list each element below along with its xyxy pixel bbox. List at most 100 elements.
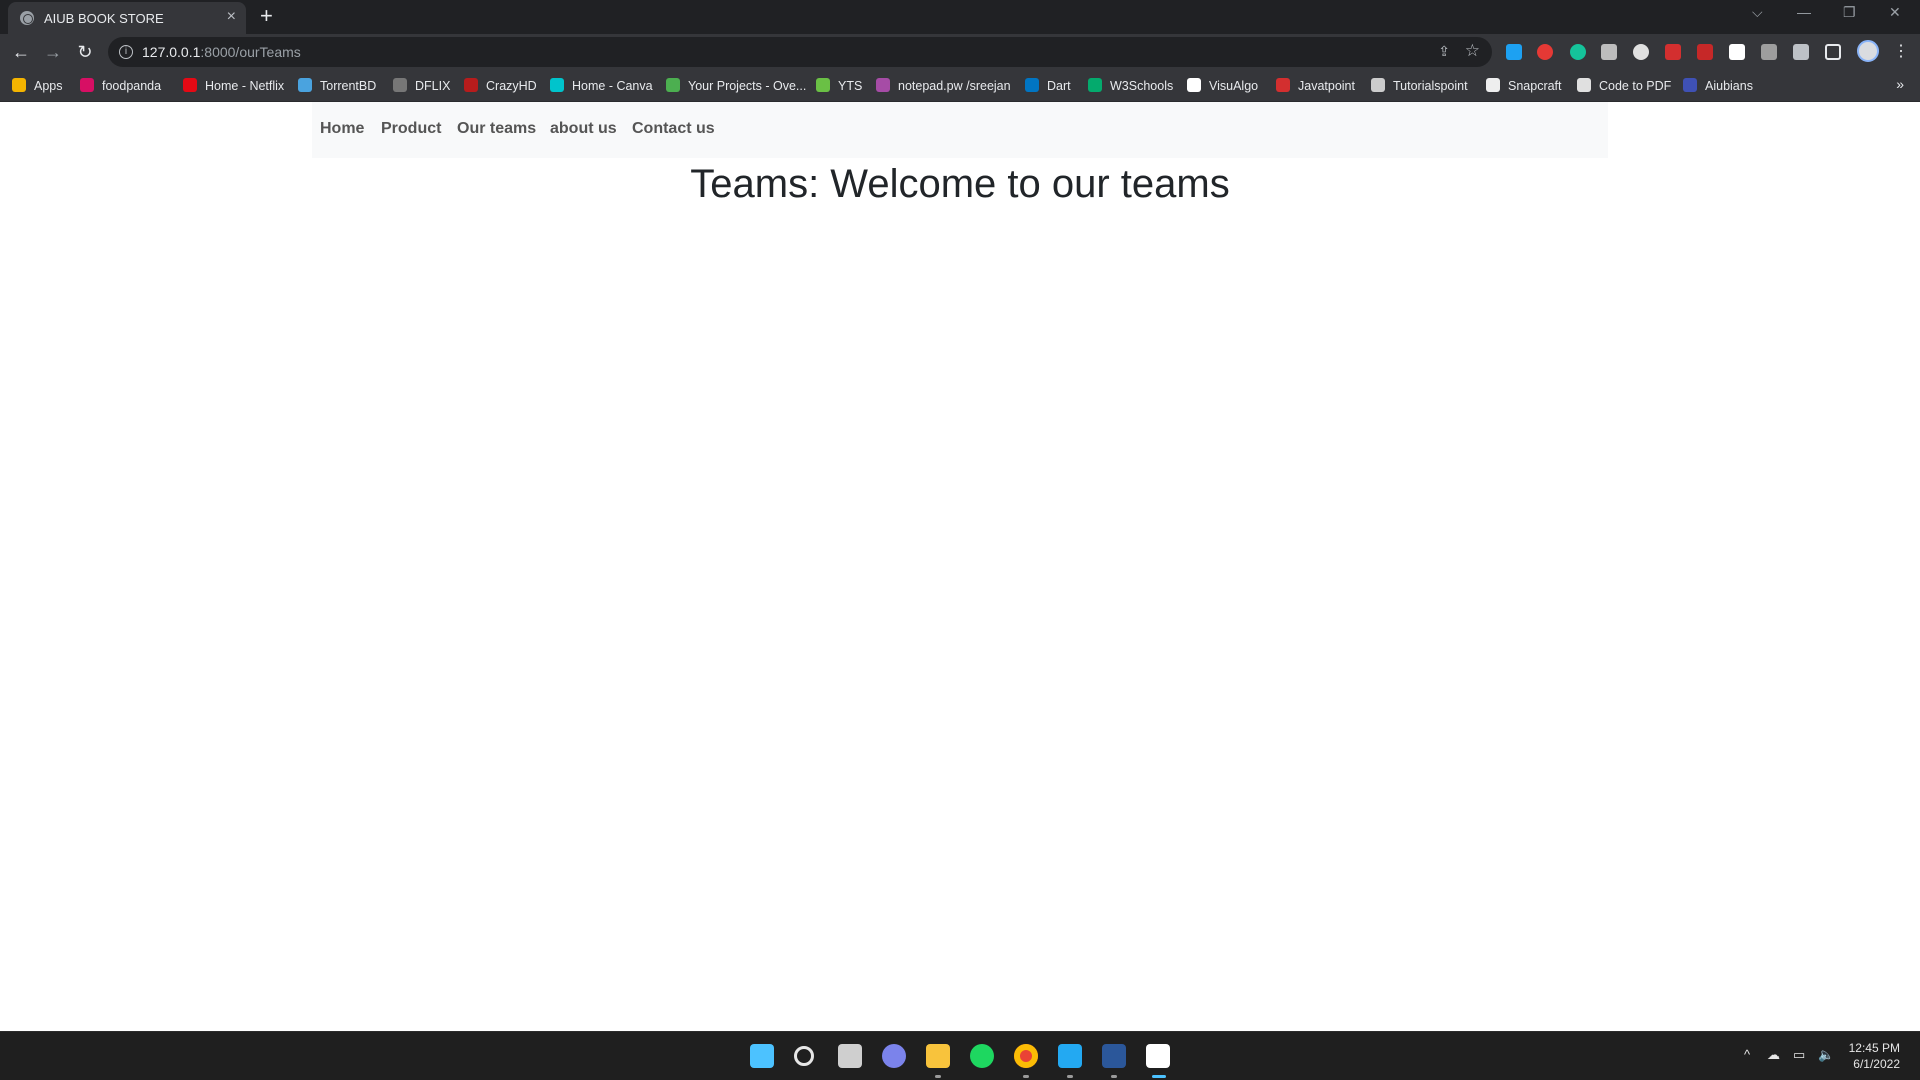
bookmark-item[interactable]: Aiubians	[1683, 78, 1753, 96]
bookmark-label: Javatpoint	[1298, 79, 1355, 93]
url-host: 127.0.0.1	[142, 44, 201, 60]
bookmark-label: YTS	[838, 79, 863, 93]
profile-avatar[interactable]	[1857, 40, 1879, 62]
start-icon[interactable]	[750, 1044, 774, 1068]
bookmarks-overflow-icon[interactable]: »	[1896, 76, 1904, 92]
taskbar: ^ ☁ ▭ 🔈 12:45 PM 6/1/2022	[0, 1031, 1920, 1080]
vscode-icon[interactable]	[1058, 1044, 1082, 1068]
browser-toolbar: ← → ↻ i 127.0.0.1:8000/ourTeams ⇪ ☆ ⋮	[0, 34, 1920, 70]
running-indicator	[1111, 1075, 1117, 1078]
bookmark-favicon-icon	[1486, 78, 1500, 92]
bookmark-label: Tutorialspoint	[1393, 79, 1468, 93]
clock-date: 6/1/2022	[1853, 1057, 1900, 1071]
bookmark-favicon-icon	[393, 78, 407, 92]
bookmark-label: W3Schools	[1110, 79, 1174, 93]
snipping-tool-icon[interactable]	[1146, 1044, 1170, 1068]
browser-tab[interactable]: AIUB BOOK STORE ×	[8, 2, 246, 34]
grammarly-icon[interactable]	[1570, 44, 1586, 60]
search-icon[interactable]	[794, 1046, 814, 1066]
spotify-icon[interactable]	[970, 1044, 994, 1068]
web-page: Home Product Our teams about us Contact …	[0, 102, 1920, 1031]
menu-icon[interactable]: ⋮	[1893, 41, 1909, 61]
address-bar[interactable]: i 127.0.0.1:8000/ourTeams ⇪ ☆	[108, 37, 1492, 67]
teams-chat-icon[interactable]	[882, 1044, 906, 1068]
close-window-button[interactable]: ✕	[1889, 4, 1901, 21]
running-indicator	[935, 1075, 941, 1078]
bookmark-favicon-icon	[80, 78, 94, 92]
bookmark-item[interactable]: VisuAlgo	[1187, 78, 1258, 96]
system-clock[interactable]: 12:45 PM 6/1/2022	[1849, 1040, 1900, 1072]
bookmark-item[interactable]: Dart	[1025, 78, 1071, 96]
bookmark-item[interactable]: Apps	[12, 78, 63, 96]
nav-link-product[interactable]: Product	[381, 120, 441, 138]
bookmark-item[interactable]: YTS	[816, 78, 862, 96]
file-explorer-icon[interactable]	[926, 1044, 950, 1068]
extension-icon[interactable]	[1506, 44, 1522, 60]
bookmark-favicon-icon	[1371, 78, 1385, 92]
tab-close-icon[interactable]: ×	[227, 8, 236, 26]
nav-link-home[interactable]: Home	[320, 120, 364, 138]
tab-title: AIUB BOOK STORE	[44, 11, 164, 26]
tab-search-icon[interactable]: ⌵	[1752, 4, 1763, 21]
bookmark-item[interactable]: CrazyHD	[464, 78, 537, 96]
bookmark-item[interactable]: Your Projects - Ove...	[666, 78, 806, 96]
bookmark-item[interactable]: Home - Netflix	[183, 78, 284, 96]
bookmark-item[interactable]: Home - Canva	[550, 78, 653, 96]
bookmark-favicon-icon	[298, 78, 312, 92]
bookmark-label: notepad.pw /sreejan	[898, 79, 1011, 93]
forward-button[interactable]: →	[41, 40, 65, 64]
extension-icon[interactable]	[1697, 44, 1713, 60]
bookmark-favicon-icon	[464, 78, 478, 92]
bookmark-item[interactable]: notepad.pw /sreejan	[876, 78, 1011, 96]
bookmark-favicon-icon	[876, 78, 890, 92]
back-button[interactable]: ←	[9, 40, 33, 64]
bookmark-favicon-icon	[816, 78, 830, 92]
chrome-icon[interactable]	[1014, 1044, 1038, 1068]
minimize-button[interactable]: —	[1797, 4, 1811, 20]
onedrive-icon[interactable]: ☁	[1767, 1047, 1780, 1063]
side-panel-icon[interactable]	[1825, 44, 1841, 60]
nav-link-our-teams[interactable]: Our teams	[457, 120, 536, 138]
running-indicator	[1023, 1075, 1029, 1078]
bookmark-label: Apps	[34, 79, 63, 93]
bookmark-item[interactable]: Javatpoint	[1276, 78, 1355, 96]
nav-link-contact-us[interactable]: Contact us	[632, 120, 715, 138]
bookmark-item[interactable]: Tutorialspoint	[1371, 78, 1468, 96]
bookmark-item[interactable]: W3Schools	[1088, 78, 1173, 96]
bookmark-star-icon[interactable]: ☆	[1465, 41, 1480, 61]
bookmark-label: VisuAlgo	[1209, 79, 1259, 93]
bookmark-label: Aiubians	[1705, 79, 1753, 93]
globe-icon	[20, 11, 34, 25]
extension-icon[interactable]	[1633, 44, 1649, 60]
share-icon[interactable]: ⇪	[1438, 43, 1450, 60]
tray-overflow-icon[interactable]: ^	[1744, 1047, 1750, 1062]
address-url[interactable]: 127.0.0.1:8000/ourTeams	[142, 44, 301, 60]
bookmark-item[interactable]: Code to PDF	[1577, 78, 1671, 96]
extension-icon[interactable]	[1729, 44, 1745, 60]
site-navbar: Home Product Our teams about us Contact …	[312, 102, 1608, 158]
nav-link-about-us[interactable]: about us	[550, 120, 617, 138]
task-view-icon[interactable]	[838, 1044, 862, 1068]
bookmark-item[interactable]: DFLIX	[393, 78, 450, 96]
extension-icon[interactable]	[1601, 44, 1617, 60]
bookmark-label: Home - Netflix	[205, 79, 285, 93]
volume-icon[interactable]: 🔈	[1818, 1047, 1834, 1063]
bookmark-favicon-icon	[183, 78, 197, 92]
bookmark-favicon-icon	[550, 78, 564, 92]
bookmark-label: TorrentBD	[320, 79, 377, 93]
site-info-icon[interactable]: i	[119, 45, 133, 59]
reload-button[interactable]: ↻	[73, 40, 97, 64]
puzzle-icon[interactable]	[1793, 44, 1809, 60]
tab-strip: AIUB BOOK STORE × + ⌵ — ❐ ✕	[0, 0, 1920, 34]
bookmark-item[interactable]: TorrentBD	[298, 78, 376, 96]
bookmark-item[interactable]: foodpanda	[80, 78, 161, 96]
adblock-icon[interactable]	[1537, 44, 1553, 60]
url-path: :8000/ourTeams	[200, 44, 301, 60]
network-icon[interactable]: ▭	[1793, 1047, 1805, 1063]
bookmark-item[interactable]: Snapcraft	[1486, 78, 1562, 96]
restore-button[interactable]: ❐	[1843, 4, 1856, 21]
word-icon[interactable]	[1102, 1044, 1126, 1068]
extension-icon[interactable]	[1761, 44, 1777, 60]
new-tab-button[interactable]: +	[260, 3, 273, 29]
pdf-icon[interactable]	[1665, 44, 1681, 60]
